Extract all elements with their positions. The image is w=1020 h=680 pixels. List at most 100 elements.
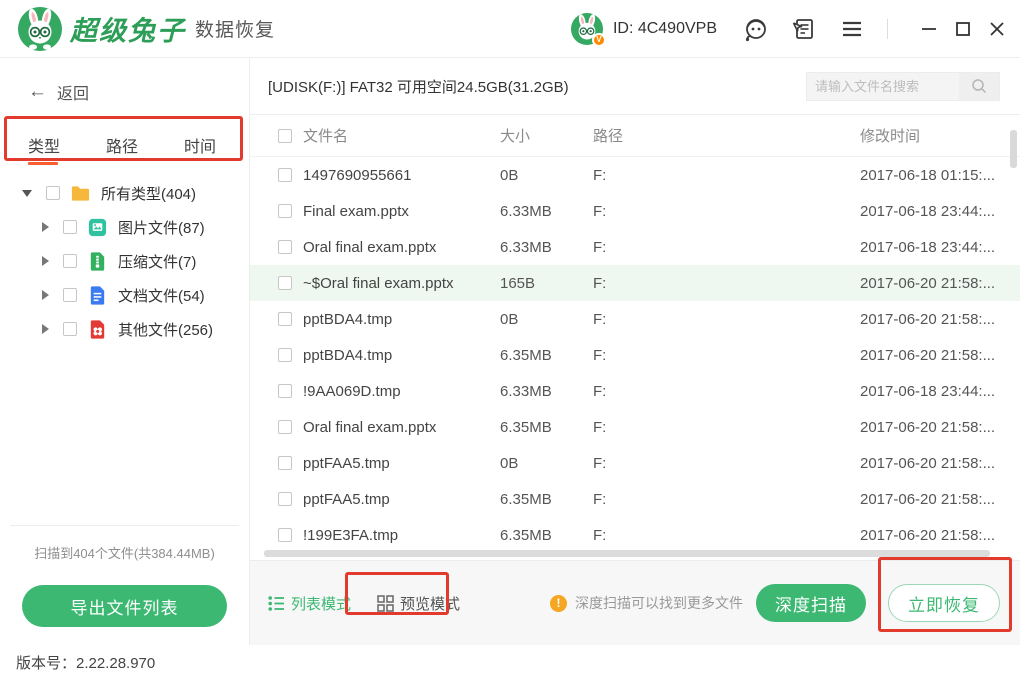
list-mode-toggle[interactable]: 列表模式 <box>268 593 351 614</box>
cell-file-path: F: <box>593 419 860 436</box>
tab-type[interactable]: 类型 <box>28 133 60 157</box>
cell-file-size: 6.35MB <box>500 419 593 436</box>
table-row[interactable]: !9AA069D.tmp 6.33MB F: 2017-06-18 23:44:… <box>250 373 1020 409</box>
tree-item-doc-files[interactable]: 文档文件(54) <box>0 278 249 312</box>
select-all-checkbox[interactable] <box>278 129 292 143</box>
tree-checkbox[interactable] <box>46 186 60 200</box>
table-row[interactable]: pptBDA4.tmp 6.35MB F: 2017-06-20 21:58:.… <box>250 337 1020 373</box>
tree-label: 其他文件(256) <box>118 319 213 340</box>
cell-file-size: 0B <box>500 167 593 184</box>
row-checkbox[interactable] <box>278 456 292 470</box>
menu-icon[interactable] <box>839 16 865 42</box>
tree-item-image-files[interactable]: 图片文件(87) <box>0 210 249 244</box>
cell-file-size: 6.35MB <box>500 491 593 508</box>
app-root: 超级兔子 数据恢复 V <box>0 0 1020 680</box>
tree-item-other-files[interactable]: 其他文件(256) <box>0 312 249 346</box>
cell-file-size: 0B <box>500 455 593 472</box>
row-checkbox[interactable] <box>278 492 292 506</box>
row-checkbox[interactable] <box>278 420 292 434</box>
tree-checkbox[interactable] <box>63 322 77 336</box>
row-checkbox[interactable] <box>278 528 292 542</box>
recover-now-button[interactable]: 立即恢复 <box>888 584 1000 622</box>
table-row[interactable]: pptFAA5.tmp 6.35MB F: 2017-06-20 21:58:.… <box>250 481 1020 517</box>
cell-file-path: F: <box>593 383 860 400</box>
list-mode-icon <box>268 595 285 612</box>
tree-label: 所有类型(404) <box>101 183 196 204</box>
export-file-list-button[interactable]: 导出文件列表 <box>22 585 227 627</box>
preview-mode-toggle[interactable]: 预览模式 <box>377 593 460 614</box>
maximize-button[interactable] <box>954 20 972 38</box>
vertical-scrollbar[interactable] <box>1010 130 1017 168</box>
row-checkbox[interactable] <box>278 204 292 218</box>
column-header-name[interactable]: 文件名 <box>303 125 500 146</box>
other-file-icon <box>87 319 108 340</box>
row-checkbox[interactable] <box>278 384 292 398</box>
column-header-mtime[interactable]: 修改时间 <box>860 125 1020 146</box>
expand-arrow-icon[interactable] <box>42 256 49 266</box>
archive-file-icon <box>87 251 108 272</box>
search-input[interactable] <box>807 73 959 100</box>
cell-modified-time: 2017-06-20 21:58:... <box>860 275 1020 292</box>
tree-label: 压缩文件(7) <box>118 251 196 272</box>
tree-label: 文档文件(54) <box>118 285 205 306</box>
table-row[interactable]: Final exam.pptx 6.33MB F: 2017-06-18 23:… <box>250 193 1020 229</box>
cell-modified-time: 2017-06-20 21:58:... <box>860 347 1020 364</box>
table-row[interactable]: !199E3FA.tmp 6.35MB F: 2017-06-20 21:58:… <box>250 517 1020 553</box>
preview-mode-icon <box>377 595 394 612</box>
cell-modified-time: 2017-06-20 21:58:... <box>860 527 1020 544</box>
row-checkbox[interactable] <box>278 348 292 362</box>
search-icon <box>971 78 987 94</box>
collapse-arrow-icon[interactable] <box>22 190 32 197</box>
folder-icon <box>70 183 91 204</box>
tree-checkbox[interactable] <box>63 288 77 302</box>
cell-file-path: F: <box>593 203 860 220</box>
horizontal-scrollbar[interactable] <box>264 550 990 557</box>
minimize-button[interactable] <box>920 20 938 38</box>
search-button[interactable] <box>959 73 999 100</box>
tree-checkbox[interactable] <box>63 254 77 268</box>
tree-item-all-types[interactable]: 所有类型(404) <box>0 176 249 210</box>
expand-arrow-icon[interactable] <box>42 290 49 300</box>
app-window: 超级兔子 数据恢复 V <box>0 0 1020 645</box>
avatar[interactable]: V <box>571 13 603 45</box>
cell-file-path: F: <box>593 527 860 544</box>
cell-file-path: F: <box>593 167 860 184</box>
tree-item-archive-files[interactable]: 压缩文件(7) <box>0 244 249 278</box>
expand-arrow-icon[interactable] <box>42 222 49 232</box>
tree-checkbox[interactable] <box>63 220 77 234</box>
tab-path[interactable]: 路径 <box>106 133 138 157</box>
column-header-path[interactable]: 路径 <box>593 125 860 146</box>
back-button[interactable]: ← 返回 <box>0 58 249 104</box>
image-file-icon <box>87 217 108 238</box>
cell-modified-time: 2017-06-20 21:58:... <box>860 455 1020 472</box>
table-row[interactable]: 1497690955661 0B F: 2017-06-18 01:15:... <box>250 157 1020 193</box>
table-row[interactable]: pptBDA4.tmp 0B F: 2017-06-20 21:58:... <box>250 301 1020 337</box>
titlebar: 超级兔子 数据恢复 V <box>0 0 1020 58</box>
cell-file-size: 165B <box>500 275 593 292</box>
deep-scan-hint-group: ! 深度扫描可以找到更多文件 <box>550 593 743 613</box>
cell-modified-time: 2017-06-18 01:15:... <box>860 167 1020 184</box>
row-checkbox[interactable] <box>278 168 292 182</box>
tab-time[interactable]: 时间 <box>184 133 216 157</box>
row-checkbox[interactable] <box>278 312 292 326</box>
sidebar-divider <box>10 525 239 526</box>
cell-file-path: F: <box>593 455 860 472</box>
table-row[interactable]: ~$Oral final exam.pptx 165B F: 2017-06-2… <box>250 265 1020 301</box>
close-button[interactable] <box>988 20 1006 38</box>
column-header-size[interactable]: 大小 <box>500 125 593 146</box>
expand-arrow-icon[interactable] <box>42 324 49 334</box>
feedback-icon[interactable] <box>791 16 817 42</box>
cell-modified-time: 2017-06-20 21:58:... <box>860 311 1020 328</box>
cell-file-name: !199E3FA.tmp <box>303 527 500 544</box>
row-checkbox[interactable] <box>278 276 292 290</box>
row-checkbox[interactable] <box>278 240 292 254</box>
vip-badge: V <box>592 33 606 47</box>
table-row[interactable]: Oral final exam.pptx 6.35MB F: 2017-06-2… <box>250 409 1020 445</box>
cell-file-name: pptBDA4.tmp <box>303 347 500 364</box>
table-row[interactable]: pptFAA5.tmp 0B F: 2017-06-20 21:58:... <box>250 445 1020 481</box>
user-id: ID: 4C490VPB <box>613 20 717 38</box>
deep-scan-button[interactable]: 深度扫描 <box>756 584 866 622</box>
cell-modified-time: 2017-06-20 21:58:... <box>860 419 1020 436</box>
table-row[interactable]: Oral final exam.pptx 6.33MB F: 2017-06-1… <box>250 229 1020 265</box>
customer-service-icon[interactable] <box>743 16 769 42</box>
